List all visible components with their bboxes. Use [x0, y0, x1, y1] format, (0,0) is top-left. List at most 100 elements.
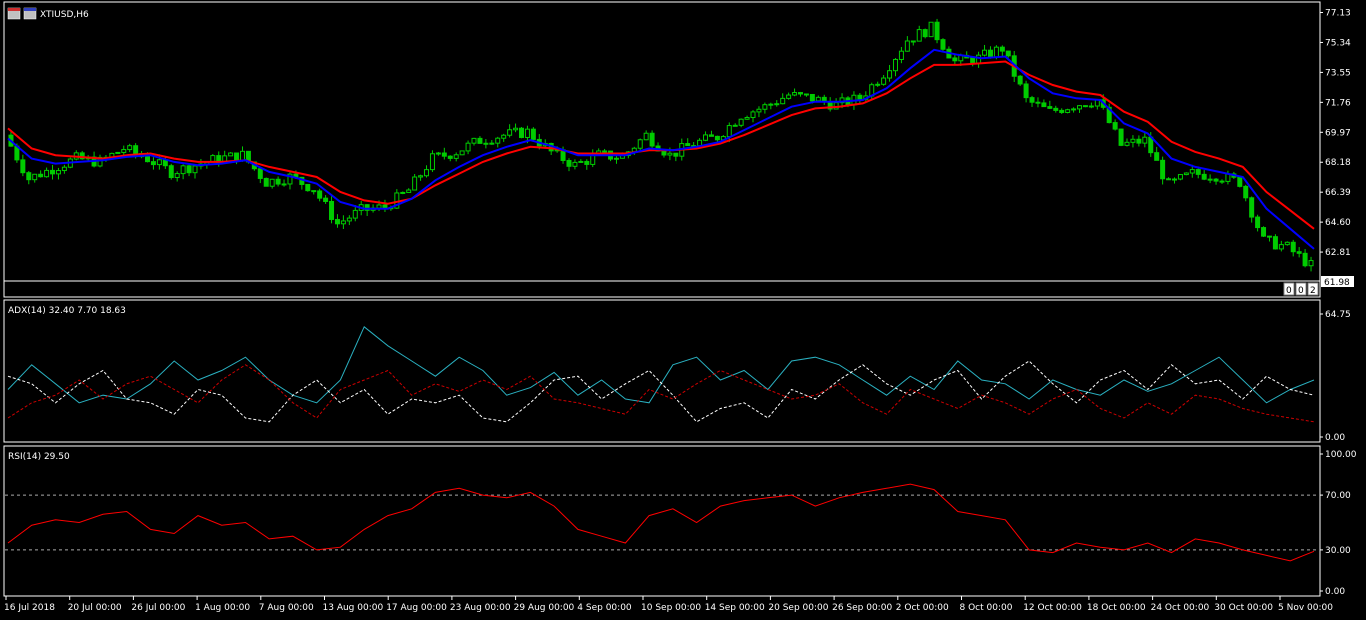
candle-body: [1130, 138, 1136, 143]
candle-body: [738, 118, 744, 126]
candle-body: [1065, 109, 1071, 113]
time-tick-label: 26 Sep 00:00: [832, 603, 892, 613]
candle-body: [1296, 251, 1302, 254]
candle-body: [1166, 178, 1172, 181]
candle-body: [1249, 197, 1255, 218]
scroll-button-label: 0: [1286, 286, 1292, 296]
candle-body: [762, 104, 768, 110]
candle-body: [976, 54, 982, 64]
candle-body: [703, 134, 709, 141]
candle-body: [1284, 241, 1290, 246]
candle-body: [483, 142, 489, 145]
candle-body: [1142, 136, 1148, 144]
candle-body: [667, 152, 673, 156]
rsi-title: RSI(14) 29.50: [8, 452, 70, 462]
candle-body: [673, 152, 679, 157]
time-tick-label: 8 Oct 00:00: [960, 603, 1013, 613]
price-axis: 77.13 75.34 73.55 71.76 69.97 68.18 66.39 64.60…: [1320, 9, 1351, 258]
candle-body: [714, 135, 720, 141]
time-tick-label: 29 Aug 00:00: [514, 603, 575, 613]
chart-type-icon[interactable]: [23, 7, 37, 20]
candle-body: [1213, 178, 1219, 182]
candle-body: [750, 111, 756, 119]
candle-body: [881, 77, 887, 85]
ma-slow-line: [7, 60, 1315, 230]
candle-body: [281, 183, 287, 186]
candle-body: [798, 92, 804, 95]
candle-body: [1118, 128, 1124, 146]
candle-body: [412, 176, 418, 191]
candle-body: [875, 83, 881, 86]
candle-body: [1201, 173, 1207, 180]
candle-body: [934, 21, 940, 41]
candle-body: [1029, 97, 1035, 103]
candle-body: [145, 156, 151, 163]
candle-body: [993, 46, 999, 58]
candle-body: [1189, 169, 1195, 174]
candle-body: [708, 134, 714, 137]
candle-body: [447, 155, 453, 159]
adx-axis: 64.75 0.00: [1320, 310, 1351, 443]
candle-body: [768, 103, 774, 106]
candle-body: [20, 159, 26, 174]
candle-body: [685, 143, 691, 147]
scroll-buttons[interactable]: 002: [1283, 282, 1319, 296]
candle-body: [887, 70, 893, 79]
time-tick-label: 5 Nov 00:00: [1278, 603, 1333, 613]
candle-body: [329, 200, 335, 220]
candle-body: [156, 159, 162, 166]
candle-body: [400, 191, 406, 194]
candle-body: [26, 172, 32, 181]
candle-body: [910, 40, 916, 43]
candle-body: [1124, 141, 1130, 146]
candle-body: [774, 103, 780, 106]
candle-body: [732, 124, 738, 127]
time-tick-label: 13 Aug 00:00: [323, 603, 384, 613]
candle-body: [376, 204, 382, 209]
candle-body: [352, 209, 358, 219]
candle-body: [584, 160, 590, 165]
candle-body: [61, 166, 67, 172]
candle-body: [970, 57, 976, 64]
candle-body: [50, 169, 56, 175]
candle-body: [1071, 108, 1077, 111]
axis-tick-label: 64.60: [1325, 218, 1351, 228]
adx-minus-di-line: [7, 364, 1315, 423]
time-tick-label: 1 Aug 00:00: [195, 603, 250, 613]
candle-body: [1219, 180, 1225, 183]
candle-body: [1088, 105, 1094, 108]
candle-body: [726, 125, 732, 138]
adx-panel-frame: [3, 299, 1321, 443]
candle-body: [477, 137, 483, 144]
candle-body: [44, 169, 50, 178]
candle-body: [121, 149, 127, 153]
candle-body: [1278, 244, 1284, 250]
scroll-button-label: 0: [1298, 286, 1304, 296]
candle-body: [1272, 236, 1278, 250]
candle-body: [275, 178, 281, 185]
scroll-button-label: 2: [1310, 286, 1316, 296]
symbol-title: XTIUSD,H6: [40, 10, 89, 20]
candle-body: [495, 137, 501, 144]
candle-body: [792, 92, 798, 96]
window-menu-icon[interactable]: [7, 7, 21, 20]
candle-body: [1035, 101, 1041, 104]
time-tick-label: 30 Oct 00:00: [1214, 603, 1273, 613]
candle-body: [1041, 102, 1047, 108]
candle-body: [1195, 169, 1201, 175]
candle-body: [922, 29, 928, 38]
candle-body: [192, 165, 198, 174]
axis-tick-label: 30.00: [1325, 546, 1351, 556]
candle-body: [904, 40, 910, 52]
candle-body: [441, 152, 447, 157]
candle-body: [340, 220, 346, 225]
ma-fast-line: [7, 48, 1315, 250]
candle-body: [744, 117, 750, 120]
candle-body: [637, 139, 643, 149]
candle-body: [269, 178, 275, 187]
candle-body: [150, 161, 156, 166]
adx-title: ADX(14) 32.40 7.70 18.63: [8, 306, 126, 316]
chart-canvas[interactable]: XTIUSD,H6 ADX(14) 32.40 7.70 18.63 RSI(1…: [0, 0, 1366, 620]
axis-tick-label: 69.97: [1325, 128, 1351, 138]
candle-body: [263, 177, 269, 187]
